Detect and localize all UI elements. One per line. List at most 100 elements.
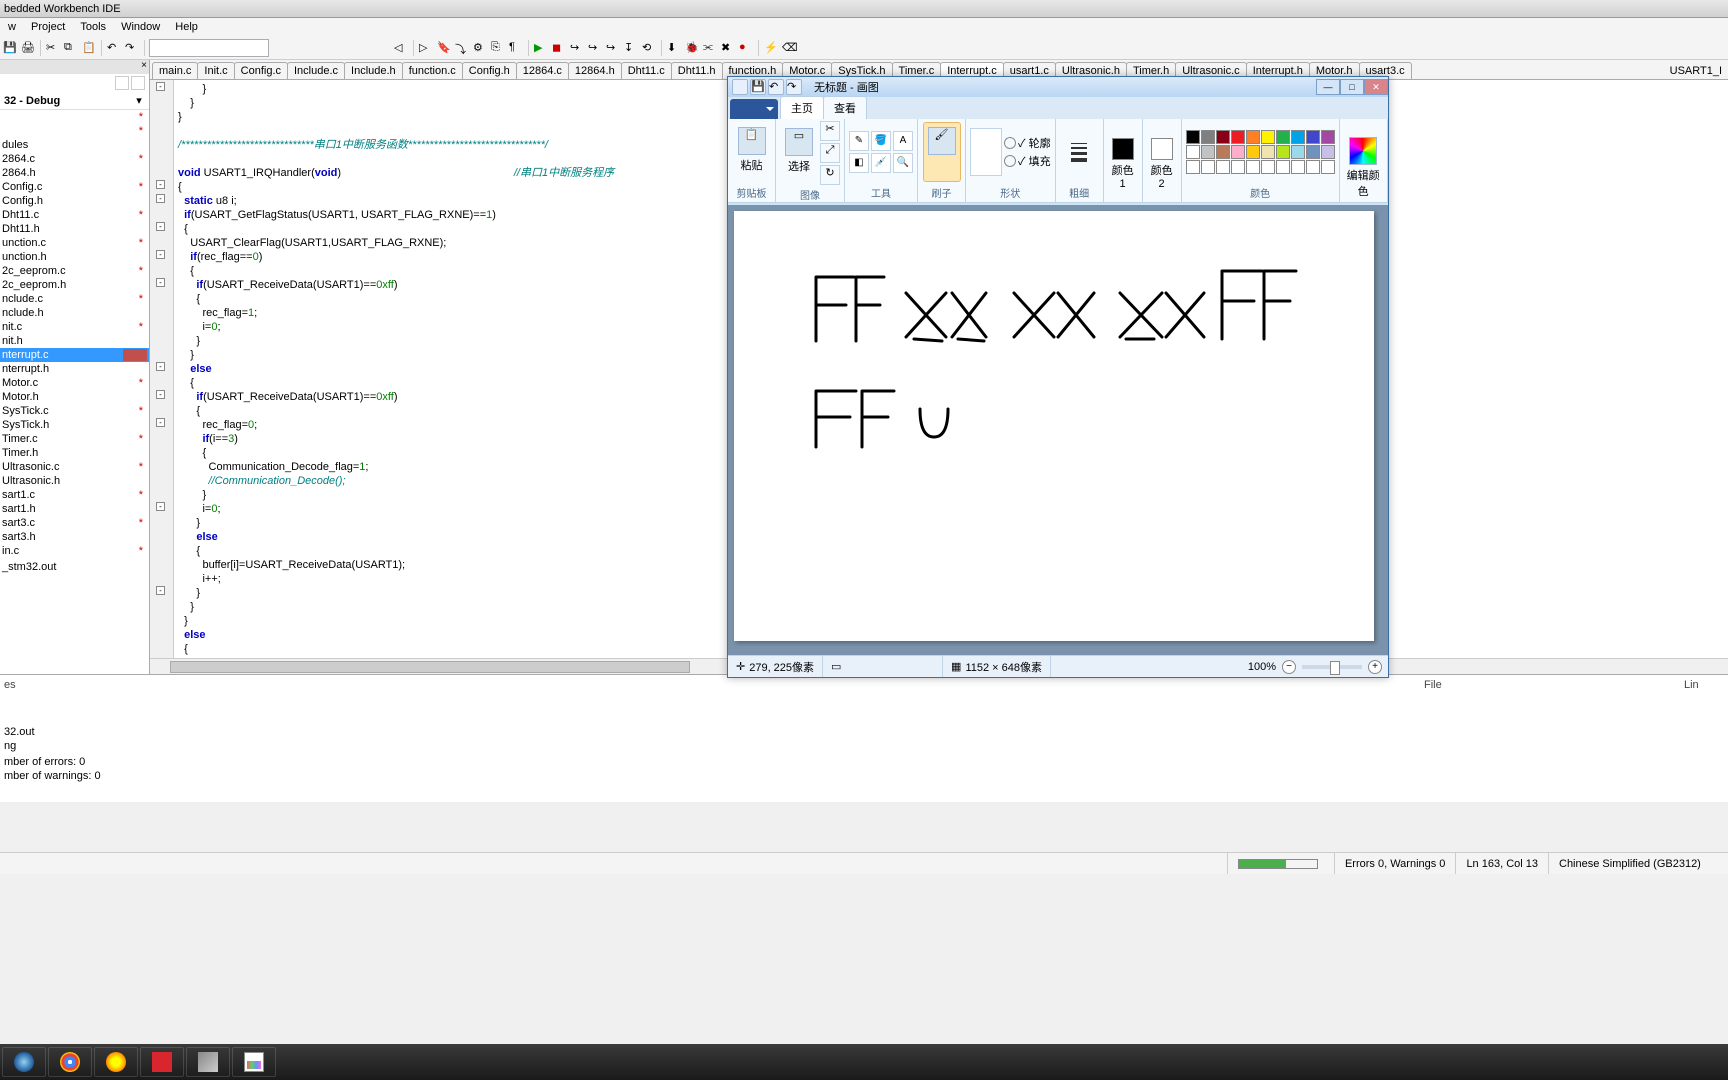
fold-icon[interactable]: - [156, 418, 165, 427]
attach-icon[interactable]: ⫘ [702, 40, 718, 56]
palette-color[interactable] [1231, 145, 1245, 159]
file-list-item[interactable]: Config.c* [0, 180, 149, 194]
palette-color[interactable] [1231, 160, 1245, 174]
brush-button[interactable]: 🖌 [923, 122, 961, 182]
hscroll-thumb[interactable] [170, 661, 690, 673]
fill-label[interactable]: ✓ 填充 [1018, 153, 1051, 169]
file-list-item[interactable]: Motor.c* [0, 376, 149, 390]
editor-tab[interactable]: Init.c [197, 62, 234, 79]
shapes-gallery[interactable] [970, 128, 1002, 176]
reset-icon[interactable]: ⟲ [641, 40, 657, 56]
make-icon[interactable] [472, 40, 488, 56]
palette-color[interactable] [1231, 130, 1245, 144]
editor-tab[interactable]: 12864.c [516, 62, 569, 79]
paint-titlebar[interactable]: 💾 ↶ ↷ 无标题 - 画图 — □ ✕ [728, 77, 1388, 97]
file-list-item[interactable]: Timer.h [0, 446, 149, 460]
start-button[interactable] [2, 1047, 46, 1077]
close-button[interactable]: ✕ [1364, 79, 1388, 95]
menu-project[interactable]: Project [25, 21, 71, 33]
file-list-item[interactable]: Dht11.c* [0, 208, 149, 222]
crop-icon[interactable]: ✂ [820, 121, 840, 141]
palette-color[interactable] [1186, 145, 1200, 159]
palette-color[interactable] [1306, 145, 1320, 159]
file-list-item[interactable]: sart3.h [0, 530, 149, 544]
palette-color[interactable] [1201, 145, 1215, 159]
taskbar-potplayer[interactable] [94, 1047, 138, 1077]
editor-tab[interactable]: Dht11.h [671, 62, 723, 79]
minimize-button[interactable]: — [1316, 79, 1340, 95]
break-icon[interactable]: ✖ [720, 40, 736, 56]
undo-icon[interactable]: ↶ [768, 79, 784, 95]
paint-file-menu[interactable] [730, 99, 778, 119]
palette-color[interactable] [1321, 130, 1335, 144]
palette-color[interactable] [1291, 130, 1305, 144]
file-list-item[interactable]: 2c_eeprom.h [0, 278, 149, 292]
editor-tab[interactable]: Config.c [234, 62, 288, 79]
palette-color[interactable] [1246, 145, 1260, 159]
palette-color[interactable] [1201, 160, 1215, 174]
fold-icon[interactable]: - [156, 362, 165, 371]
palette-color[interactable] [1291, 160, 1305, 174]
edit-colors-button[interactable]: 编辑颜色 [1344, 132, 1382, 192]
palette-color[interactable] [1276, 145, 1290, 159]
palette-color[interactable] [1321, 160, 1335, 174]
zoom-in-button[interactable]: + [1368, 660, 1382, 674]
file-list-item[interactable]: sart3.c* [0, 516, 149, 530]
file-list-item[interactable]: 2864.c* [0, 152, 149, 166]
breakpoint-icon[interactable] [738, 40, 754, 56]
paste-icon[interactable] [81, 40, 97, 56]
file-list-item[interactable]: Dht11.h [0, 222, 149, 236]
rotate-icon[interactable]: ↻ [820, 165, 840, 185]
cut-icon[interactable] [45, 40, 61, 56]
file-list-item[interactable]: sart1.h [0, 502, 149, 516]
flash-icon[interactable]: ⚡ [763, 40, 779, 56]
save-icon[interactable] [2, 40, 18, 56]
nav-fwd-icon[interactable]: ▷ [418, 40, 434, 56]
file-list-item[interactable]: unction.h [0, 250, 149, 264]
color2-button[interactable]: 颜色 2 [1147, 138, 1177, 186]
erase-icon[interactable]: ⌫ [781, 40, 797, 56]
step-into-icon[interactable] [587, 40, 603, 56]
menu-tools[interactable]: Tools [74, 21, 112, 33]
zoom-slider[interactable] [1302, 665, 1362, 669]
palette-color[interactable] [1186, 130, 1200, 144]
editor-tab[interactable]: 12864.h [568, 62, 622, 79]
fold-icon[interactable]: - [156, 180, 165, 189]
paste-button[interactable]: 📋粘贴 [733, 122, 771, 182]
file-list-item[interactable]: nit.c* [0, 320, 149, 334]
file-list-item[interactable]: unction.c* [0, 236, 149, 250]
file-list-item[interactable]: 2864.h [0, 166, 149, 180]
file-list-item[interactable]: dules [0, 138, 149, 152]
palette-color[interactable] [1261, 160, 1275, 174]
save-icon[interactable]: 💾 [750, 79, 766, 95]
palette-color[interactable] [1216, 145, 1230, 159]
fold-icon[interactable]: - [156, 194, 165, 203]
palette-color[interactable] [1306, 130, 1320, 144]
file-list[interactable]: **dules2864.c*2864.hConfig.c*Config.hDht… [0, 110, 149, 674]
file-list-item[interactable]: SysTick.c* [0, 404, 149, 418]
stroke-size-button[interactable] [1069, 128, 1089, 176]
fold-icon[interactable]: - [156, 82, 165, 91]
editor-tab[interactable]: main.c [152, 62, 198, 79]
outline-label[interactable]: ✓ 轮廓 [1018, 135, 1051, 151]
palette-color[interactable] [1201, 130, 1215, 144]
eraser-icon[interactable]: ◧ [849, 153, 869, 173]
file-list-item[interactable]: SysTick.h [0, 418, 149, 432]
palette-color[interactable] [1276, 160, 1290, 174]
find-combo[interactable] [149, 39, 269, 57]
file-list-item[interactable]: * [0, 124, 149, 138]
ribbon-tab-home[interactable]: 主页 [780, 96, 824, 119]
download-icon[interactable]: ⬇ [666, 40, 682, 56]
file-list-item[interactable]: Timer.c* [0, 432, 149, 446]
copy-icon[interactable] [63, 40, 79, 56]
menu-w[interactable]: w [2, 21, 22, 33]
maximize-button[interactable]: □ [1340, 79, 1364, 95]
editor-tab[interactable]: Dht11.c [621, 62, 672, 79]
palette-color[interactable] [1291, 145, 1305, 159]
palette-color[interactable] [1246, 130, 1260, 144]
file-list-item[interactable]: nclude.c* [0, 292, 149, 306]
compile-icon[interactable]: ⎘ [490, 40, 506, 56]
palette-color[interactable] [1216, 130, 1230, 144]
editor-tab[interactable]: Include.c [287, 62, 345, 79]
palette-color[interactable] [1321, 145, 1335, 159]
